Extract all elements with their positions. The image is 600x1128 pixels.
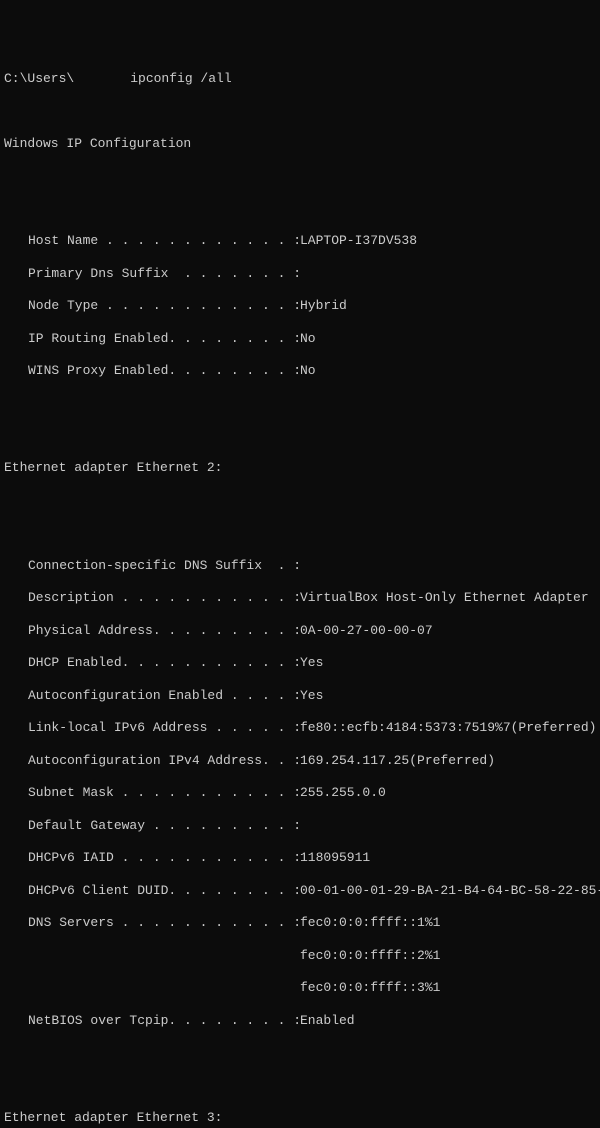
field-value — [300, 818, 596, 834]
field-label: IP Routing Enabled. . . . . . . . : — [28, 331, 300, 347]
field-label: Physical Address. . . . . . . . . : — [28, 623, 300, 639]
host-section: Host Name . . . . . . . . . . . . :LAPTO… — [4, 217, 596, 396]
adapter2-section: Connection-specific DNS Suffix . : Descr… — [4, 541, 596, 1045]
blank-line — [4, 104, 596, 120]
field-value: LAPTOP-I37DV538 — [300, 233, 596, 249]
blank-line — [4, 428, 596, 444]
field-value: Yes — [300, 688, 596, 704]
field-value: VirtualBox Host-Only Ethernet Adapter — [300, 590, 596, 606]
dhcp-enabled-row: DHCP Enabled. . . . . . . . . . . :Yes — [4, 655, 596, 671]
field-value: Yes — [300, 655, 596, 671]
default-gateway-row: Default Gateway . . . . . . . . . : — [4, 818, 596, 834]
field-label: Description . . . . . . . . . . . : — [28, 590, 300, 606]
field-label: NetBIOS over Tcpip. . . . . . . . : — [28, 1013, 300, 1029]
conn-dns-suffix-row: Connection-specific DNS Suffix . : — [4, 558, 596, 574]
field-label: DHCP Enabled. . . . . . . . . . . : — [28, 655, 300, 671]
field-label: Node Type . . . . . . . . . . . . : — [28, 298, 300, 314]
field-value: 118095911 — [300, 850, 596, 866]
blank-line — [4, 1078, 596, 1094]
field-value — [300, 266, 596, 282]
field-value: Hybrid — [300, 298, 596, 314]
dhcpv6-duid-row: DHCPv6 Client DUID. . . . . . . . :00-01… — [4, 883, 596, 899]
description-row: Description . . . . . . . . . . . :Virtu… — [4, 590, 596, 606]
field-label: DHCPv6 IAID . . . . . . . . . . . : — [28, 850, 300, 866]
dns-servers-extra: fec0:0:0:ffff::2%1 — [4, 948, 596, 964]
node-type-row: Node Type . . . . . . . . . . . . :Hybri… — [4, 298, 596, 314]
adapter2-title: Ethernet adapter Ethernet 2: — [4, 460, 596, 476]
field-value: 169.254.117.25(Preferred) — [300, 753, 596, 769]
field-label: Autoconfiguration IPv4 Address. . : — [28, 753, 300, 769]
field-value: 00-01-00-01-29-BA-21-B4-64-BC-58-22-85-4… — [300, 883, 600, 899]
section-header-ipconfig: Windows IP Configuration — [4, 136, 596, 152]
field-label: Default Gateway . . . . . . . . . : — [28, 818, 300, 834]
field-label: DHCPv6 Client DUID. . . . . . . . : — [28, 883, 300, 899]
field-label: WINS Proxy Enabled. . . . . . . . : — [28, 363, 300, 379]
field-value: fec0:0:0:ffff::1%1 — [300, 915, 596, 931]
field-label: Link-local IPv6 Address . . . . . : — [28, 720, 300, 736]
dhcpv6-iaid-row: DHCPv6 IAID . . . . . . . . . . . :11809… — [4, 850, 596, 866]
field-label: Subnet Mask . . . . . . . . . . . : — [28, 785, 300, 801]
field-label: Autoconfiguration Enabled . . . . : — [28, 688, 300, 704]
link-local-ipv6-row: Link-local IPv6 Address . . . . . :fe80:… — [4, 720, 596, 736]
field-value: Enabled — [300, 1013, 596, 1029]
host-name-row: Host Name . . . . . . . . . . . . :LAPTO… — [4, 233, 596, 249]
field-label: DNS Servers . . . . . . . . . . . : — [28, 915, 300, 931]
field-label: Connection-specific DNS Suffix . : — [28, 558, 300, 574]
dns-servers-row: DNS Servers . . . . . . . . . . . :fec0:… — [4, 915, 596, 931]
dns-servers-extra: fec0:0:0:ffff::3%1 — [4, 980, 596, 996]
command-prompt-line: C:\Users\ ipconfig /all — [4, 71, 596, 87]
autoconf-enabled-row: Autoconfiguration Enabled . . . . :Yes — [4, 688, 596, 704]
blank-line — [4, 168, 596, 184]
adapter3-title: Ethernet adapter Ethernet 3: — [4, 1110, 596, 1126]
field-value — [300, 558, 596, 574]
field-value: No — [300, 331, 596, 347]
primary-dns-suffix-row: Primary Dns Suffix . . . . . . . : — [4, 266, 596, 282]
field-value: No — [300, 363, 596, 379]
netbios-row: NetBIOS over Tcpip. . . . . . . . :Enabl… — [4, 1013, 596, 1029]
prompt-path: C:\Users\ — [4, 71, 74, 86]
blank-line — [4, 493, 596, 509]
prompt-command: ipconfig /all — [130, 71, 231, 86]
autoconf-ipv4-row: Autoconfiguration IPv4 Address. . :169.2… — [4, 753, 596, 769]
ip-routing-row: IP Routing Enabled. . . . . . . . :No — [4, 331, 596, 347]
field-label: Primary Dns Suffix . . . . . . . : — [28, 266, 300, 282]
field-value: 0A-00-27-00-00-07 — [300, 623, 596, 639]
field-label: Host Name . . . . . . . . . . . . : — [28, 233, 300, 249]
field-value: fe80::ecfb:4184:5373:7519%7(Preferred) — [300, 720, 596, 736]
field-value: 255.255.0.0 — [300, 785, 596, 801]
subnet-mask-row: Subnet Mask . . . . . . . . . . . :255.2… — [4, 785, 596, 801]
physical-address-row: Physical Address. . . . . . . . . :0A-00… — [4, 623, 596, 639]
wins-proxy-row: WINS Proxy Enabled. . . . . . . . :No — [4, 363, 596, 379]
